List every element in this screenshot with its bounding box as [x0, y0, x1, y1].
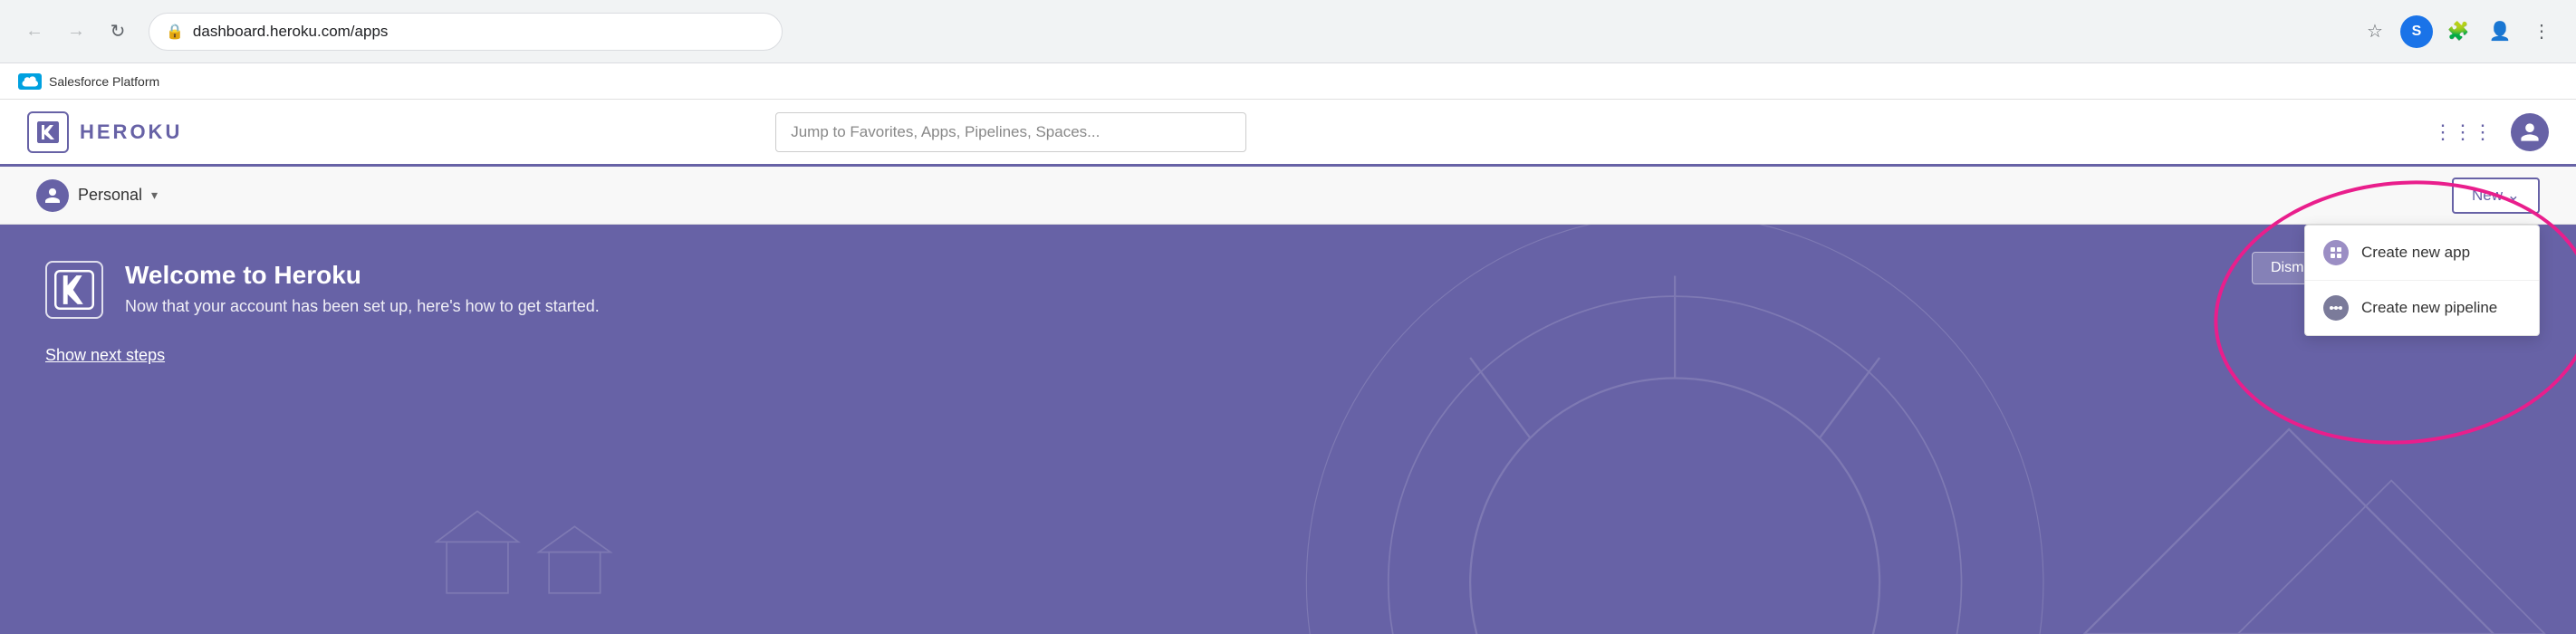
- header-right-icons: ⋮⋮⋮: [2433, 113, 2549, 151]
- extensions-icon[interactable]: 🧩: [2442, 15, 2475, 48]
- profile-s-icon[interactable]: S: [2400, 15, 2433, 48]
- address-bar[interactable]: 🔒 dashboard.heroku.com/apps: [149, 13, 783, 51]
- salesforce-logo: [18, 73, 42, 90]
- chevron-down-icon: ▾: [151, 187, 158, 203]
- lock-icon: 🔒: [166, 23, 184, 41]
- salesforce-label: Salesforce Platform: [49, 74, 159, 89]
- back-button[interactable]: ←: [18, 15, 51, 48]
- heroku-logo[interactable]: HEROKU: [27, 111, 182, 153]
- heroku-logo-box: [27, 111, 69, 153]
- welcome-top: Welcome to Heroku Now that your account …: [45, 261, 2531, 319]
- welcome-banner: Welcome to Heroku Now that your account …: [0, 225, 2576, 634]
- browser-right-icons: ☆ S 🧩 👤 ⋮: [2359, 15, 2558, 48]
- grid-icon[interactable]: ⋮⋮⋮: [2433, 120, 2493, 144]
- create-new-pipeline-item[interactable]: Create new pipeline: [2305, 281, 2539, 335]
- main-content: Personal ▾ New ⌄ Create new app: [0, 167, 2576, 634]
- browser-bar: ← → ↻ 🔒 dashboard.heroku.com/apps ☆ S 🧩 …: [0, 0, 2576, 63]
- banner-content: Welcome to Heroku Now that your account …: [45, 261, 2531, 365]
- heroku-banner-logo: [45, 261, 103, 319]
- url-text: dashboard.heroku.com/apps: [193, 23, 388, 41]
- personal-label: Personal: [78, 186, 142, 205]
- welcome-text: Welcome to Heroku Now that your account …: [125, 261, 600, 316]
- browser-nav-icons: ← → ↻: [18, 15, 134, 48]
- new-button[interactable]: New ⌄: [2452, 178, 2540, 214]
- create-new-app-item[interactable]: Create new app: [2305, 226, 2539, 281]
- heroku-wordmark: HEROKU: [80, 120, 182, 144]
- bookmark-icon[interactable]: ☆: [2359, 15, 2391, 48]
- dropdown-menu: Create new app Create new pipeline: [2304, 225, 2540, 336]
- reload-button[interactable]: ↻: [101, 15, 134, 48]
- personal-section[interactable]: Personal ▾: [36, 179, 158, 212]
- user-icon[interactable]: 👤: [2484, 15, 2516, 48]
- welcome-subtitle: Now that your account has been set up, h…: [125, 297, 600, 316]
- app-icon: [2323, 240, 2349, 265]
- create-app-label: Create new app: [2361, 244, 2470, 262]
- show-next-steps-link[interactable]: Show next steps: [45, 346, 165, 365]
- create-pipeline-label: Create new pipeline: [2361, 299, 2497, 317]
- search-placeholder: Jump to Favorites, Apps, Pipelines, Spac…: [791, 123, 1100, 141]
- salesforce-bar: Salesforce Platform: [0, 63, 2576, 100]
- forward-button[interactable]: →: [60, 15, 92, 48]
- pipeline-icon: [2323, 295, 2349, 321]
- user-avatar[interactable]: [2511, 113, 2549, 151]
- personal-icon: [36, 179, 69, 212]
- heroku-header: HEROKU Jump to Favorites, Apps, Pipeline…: [0, 100, 2576, 167]
- toolbar-row: Personal ▾ New ⌄ Create new app: [0, 167, 2576, 225]
- welcome-title: Welcome to Heroku: [125, 261, 600, 290]
- more-menu-icon[interactable]: ⋮: [2525, 15, 2558, 48]
- header-search[interactable]: Jump to Favorites, Apps, Pipelines, Spac…: [775, 112, 1246, 152]
